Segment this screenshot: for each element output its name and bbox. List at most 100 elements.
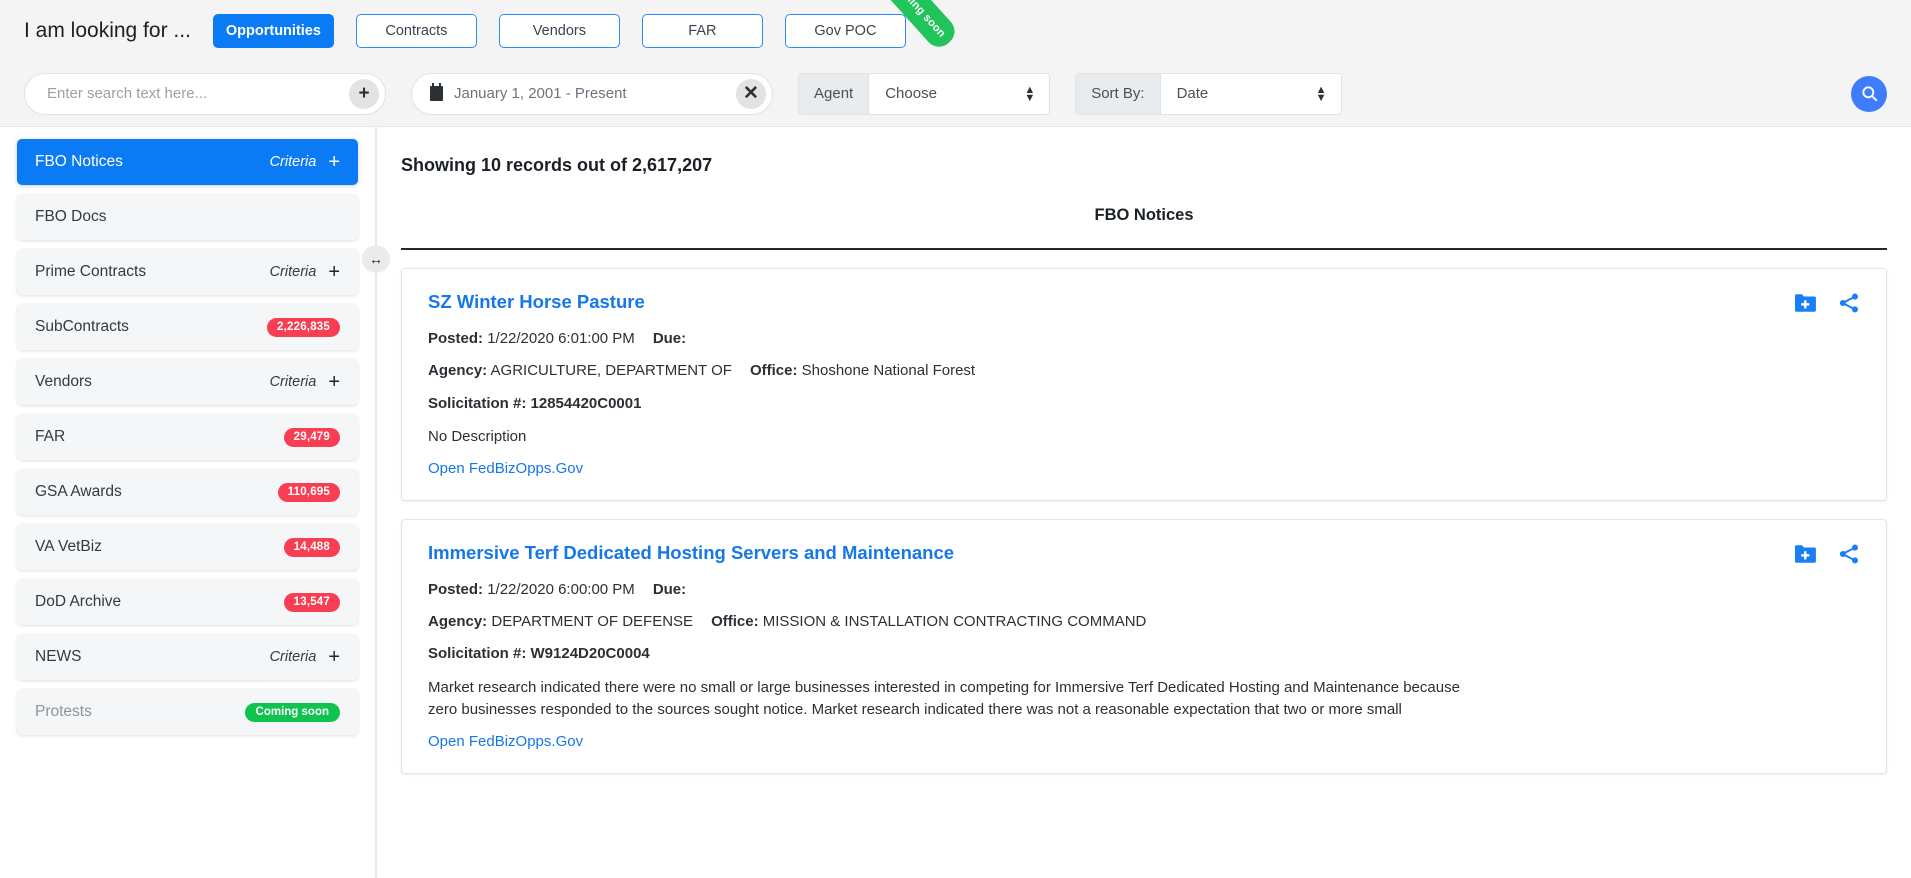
sidebar-item-protests[interactable]: Protests Coming soon	[17, 689, 358, 735]
sidebar-item-dod-archive[interactable]: DoD Archive 13,547	[17, 579, 358, 625]
resize-handle-icon[interactable]: ↔	[362, 245, 390, 273]
add-to-folder-icon[interactable]	[1794, 293, 1816, 313]
sidebar-item-far[interactable]: FAR 29,479	[17, 414, 358, 460]
sort-selected-value: Date	[1176, 85, 1209, 102]
date-range-field[interactable]: January 1, 2001 - Present ✕	[411, 72, 773, 115]
sidebar-item-label: NEWS	[35, 648, 82, 665]
criteria-label[interactable]: Criteria	[270, 264, 317, 280]
open-fedbizopps-link[interactable]: Open FedBizOpps.Gov	[428, 733, 583, 750]
sidebar-item-meta: 110,695	[277, 482, 340, 502]
sort-by-label: Sort By:	[1076, 73, 1161, 114]
record-count-badge: 2,226,835	[267, 317, 340, 337]
posted-label: Posted:	[428, 330, 484, 347]
record-count-badge: 110,695	[277, 482, 340, 502]
agency-label: Agency:	[428, 362, 488, 380]
sidebar-item-meta: 14,488	[283, 537, 340, 557]
open-fedbizopps-link[interactable]: Open FedBizOpps.Gov	[428, 460, 583, 477]
result-card: Immersive Terf Dedicated Hosting Servers…	[401, 518, 1887, 775]
sidebar-item-label: Prime Contracts	[35, 263, 147, 280]
criteria-add-icon[interactable]: +	[328, 372, 340, 392]
category-toolbar: I am looking for ... Opportunities Contra…	[0, 0, 1911, 61]
add-search-term-button[interactable]: +	[349, 78, 379, 109]
search-submit-button[interactable]	[1851, 75, 1887, 112]
sidebar-item-label: FBO Notices	[35, 153, 123, 170]
criteria-add-icon[interactable]: +	[328, 262, 340, 282]
due-label: Due:	[652, 580, 687, 598]
record-count-badge: 13,547	[283, 592, 340, 612]
date-range-value: January 1, 2001 - Present	[454, 85, 627, 102]
sidebar-item-label: FBO Docs	[35, 208, 107, 225]
criteria-add-icon[interactable]: +	[328, 647, 340, 667]
section-divider	[401, 248, 1887, 250]
sidebar-item-meta: Criteria +	[270, 372, 340, 392]
agent-group: Agent Choose ▲ ▼	[798, 72, 1051, 115]
search-icon	[1861, 86, 1877, 102]
sort-by-select[interactable]: Date ▲ ▼	[1161, 74, 1341, 114]
sidebar-item-meta: Coming soon	[244, 702, 340, 722]
tab-far[interactable]: FAR	[641, 13, 763, 48]
agency-value: AGRICULTURE, DEPARTMENT OF	[490, 362, 732, 380]
sidebar-item-prime-contracts[interactable]: Prime Contracts Criteria +	[17, 249, 358, 295]
sidebar-item-label: Protests	[35, 703, 92, 720]
share-icon[interactable]	[1838, 292, 1860, 314]
criteria-label[interactable]: Criteria	[270, 154, 317, 170]
results-section-title: FBO Notices	[1094, 206, 1194, 224]
share-icon[interactable]	[1838, 543, 1860, 565]
criteria-label[interactable]: Criteria	[270, 649, 317, 665]
office-value: MISSION & INSTALLATION CONTRACTING COMMA…	[762, 613, 1147, 631]
solicitation-label: Solicitation #:	[428, 645, 527, 663]
category-tabs: Opportunities Contracts Vendors FAR Gov POC	[212, 13, 928, 48]
panel-divider: ↔	[362, 127, 390, 878]
posted-due-row: Posted: 1/22/2020 6:00:00 PM Due:	[428, 580, 1860, 600]
agency-label: Agency:	[428, 613, 488, 631]
result-title-link[interactable]: Immersive Terf Dedicated Hosting Servers…	[428, 542, 954, 564]
sidebar-item-subcontracts[interactable]: SubContracts 2,226,835	[17, 304, 358, 350]
sidebar-item-label: FAR	[35, 428, 66, 445]
tab-opportunities[interactable]: Opportunities	[212, 13, 334, 48]
sidebar-item-gsa-awards[interactable]: GSA Awards 110,695	[17, 469, 358, 515]
criteria-label[interactable]: Criteria	[270, 374, 317, 390]
sidebar-item-vendors[interactable]: Vendors Criteria +	[17, 359, 358, 405]
tab-gov-poc[interactable]: Gov POC	[784, 13, 906, 48]
sidebar-item-fbo-docs[interactable]: FBO Docs	[17, 194, 358, 240]
search-input[interactable]	[47, 85, 349, 102]
criteria-add-icon[interactable]: +	[328, 152, 340, 172]
agent-selected-value: Choose	[885, 85, 937, 102]
calendar-icon	[430, 83, 443, 101]
results-panel: Showing 10 records out of 2,617,207 FBO …	[377, 127, 1911, 878]
sidebar-item-meta: 29,479	[283, 427, 340, 447]
results-list: SZ Winter Horse Pasture Posted: 1/22/2020…	[401, 268, 1887, 775]
solicitation-label: Solicitation #:	[428, 394, 527, 412]
result-card: SZ Winter Horse Pasture Posted: 1/22/2020…	[401, 268, 1887, 501]
sidebar-item-label: GSA Awards	[35, 483, 122, 500]
search-field-wrapper: +	[24, 72, 386, 115]
result-description: Market research indicated there were no …	[428, 678, 1460, 718]
agent-select[interactable]: Choose ▲ ▼	[869, 74, 1049, 114]
coming-soon-badge: Coming soon	[244, 702, 340, 722]
dataset-sidebar: FBO Notices Criteria + FBO Docs Prime Contra…	[0, 127, 375, 878]
sidebar-item-fbo-notices[interactable]: FBO Notices Criteria +	[17, 139, 358, 185]
sidebar-item-va-vetbiz[interactable]: VA VetBiz 14,488	[17, 524, 358, 570]
sidebar-item-meta: Criteria +	[270, 152, 340, 172]
sidebar-item-label: VA VetBiz	[35, 538, 102, 555]
solicitation-row: Solicitation #: W9124D20C0004	[428, 644, 1860, 664]
page-body: FBO Notices Criteria + FBO Docs Prime Contra…	[0, 127, 1911, 878]
solicitation-value: W9124D20C0004	[530, 645, 650, 663]
result-title-link[interactable]: SZ Winter Horse Pasture	[428, 291, 645, 313]
sidebar-item-meta: 2,226,835	[267, 317, 340, 337]
tab-vendors[interactable]: Vendors	[498, 13, 620, 48]
agency-value: DEPARTMENT OF DEFENSE	[491, 613, 694, 631]
chevron-updown-icon: ▲ ▼	[1024, 83, 1036, 104]
card-action-bar	[1794, 292, 1860, 314]
sidebar-item-news[interactable]: NEWS Criteria +	[17, 634, 358, 680]
sidebar-item-meta: 13,547	[283, 592, 340, 612]
solicitation-row: Solicitation #: 12854420C0001	[428, 394, 1860, 414]
clear-date-button[interactable]: ✕	[736, 78, 766, 109]
agency-office-row: Agency: DEPARTMENT OF DEFENSE Office: MIS…	[428, 612, 1860, 632]
chevron-updown-icon: ▲ ▼	[1315, 83, 1327, 104]
agent-label: Agent	[799, 73, 870, 114]
sidebar-item-label: DoD Archive	[35, 593, 122, 610]
add-to-folder-icon[interactable]	[1794, 544, 1816, 564]
record-count-badge: 14,488	[283, 537, 340, 557]
tab-contracts[interactable]: Contracts	[355, 13, 477, 48]
